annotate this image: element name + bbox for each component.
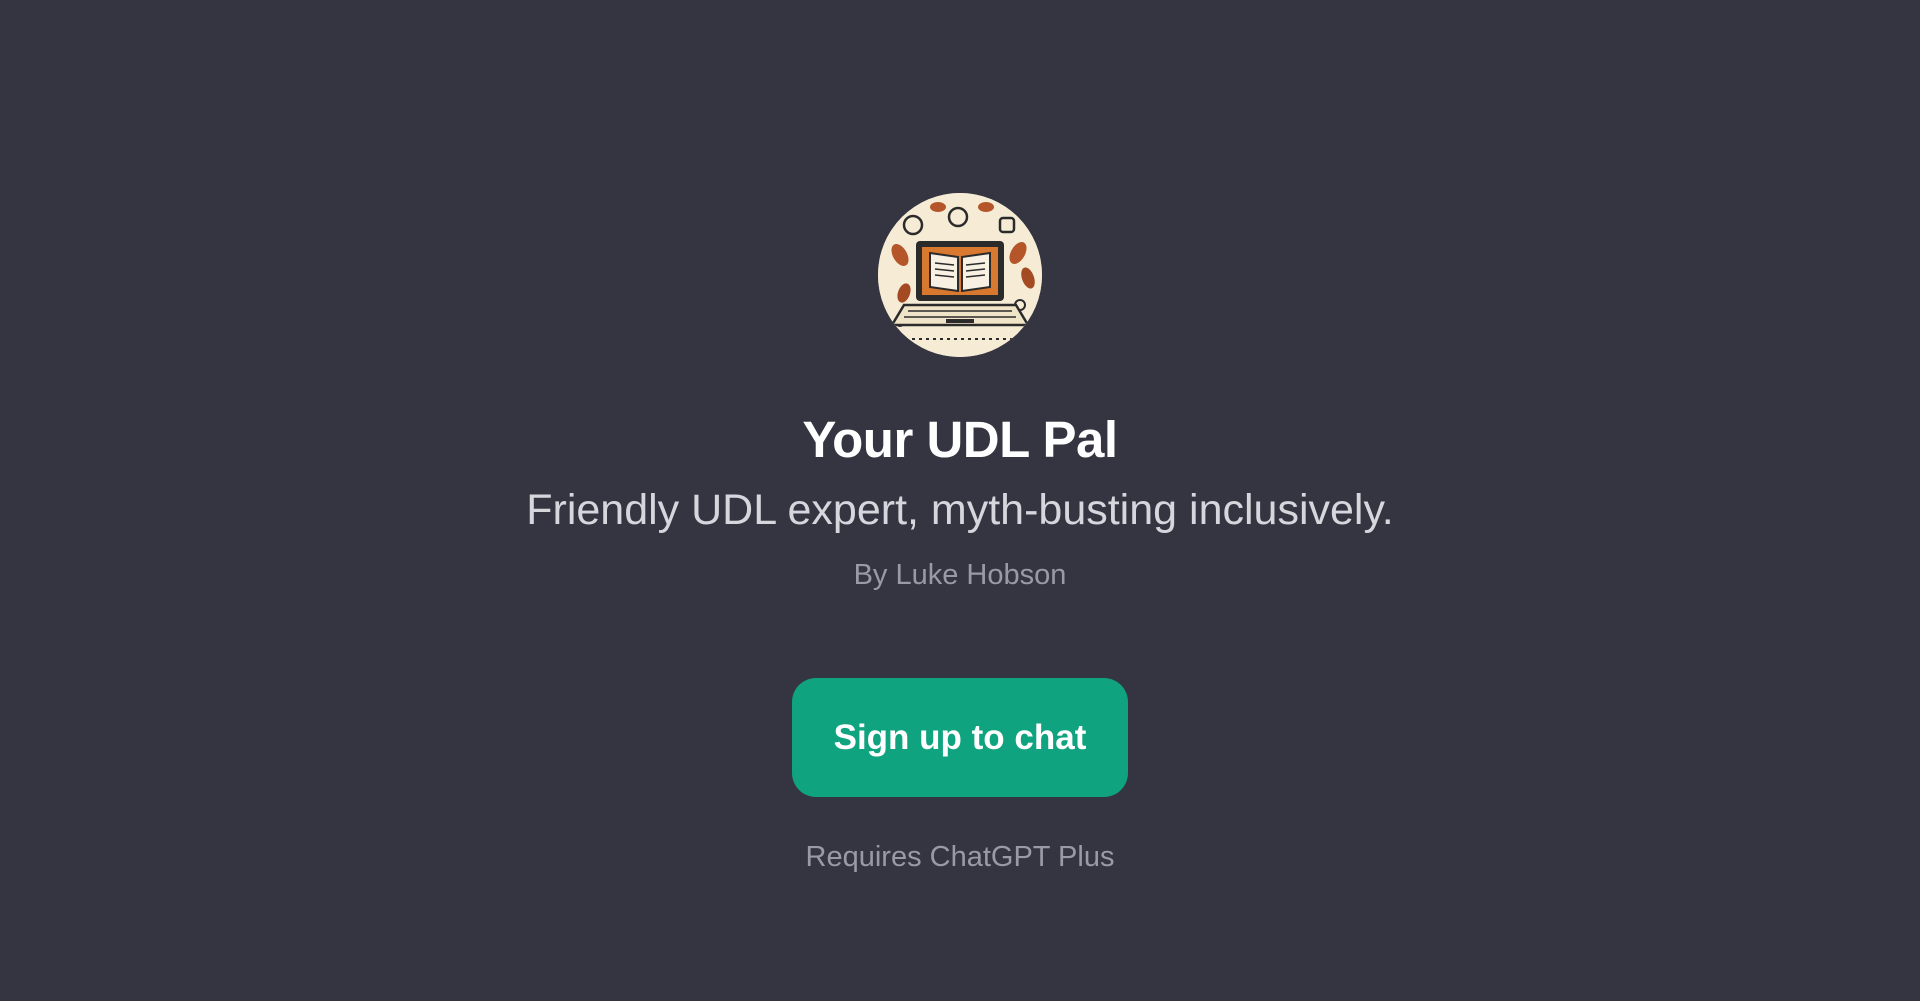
gpt-profile: Your UDL Pal Friendly UDL expert, myth-b… xyxy=(0,0,1920,1001)
gpt-description: Friendly UDL expert, myth-busting inclus… xyxy=(526,486,1394,534)
book-laptop-icon xyxy=(878,193,1042,357)
plan-requirement-note: Requires ChatGPT Plus xyxy=(805,841,1115,873)
gpt-title: Your UDL Pal xyxy=(802,411,1118,468)
gpt-landing-page: Your UDL Pal Friendly UDL expert, myth-b… xyxy=(0,0,1920,1001)
gpt-author-byline: By Luke Hobson xyxy=(853,559,1067,591)
gpt-avatar xyxy=(878,193,1042,357)
sign-up-to-chat-button[interactable]: Sign up to chat xyxy=(792,678,1128,797)
